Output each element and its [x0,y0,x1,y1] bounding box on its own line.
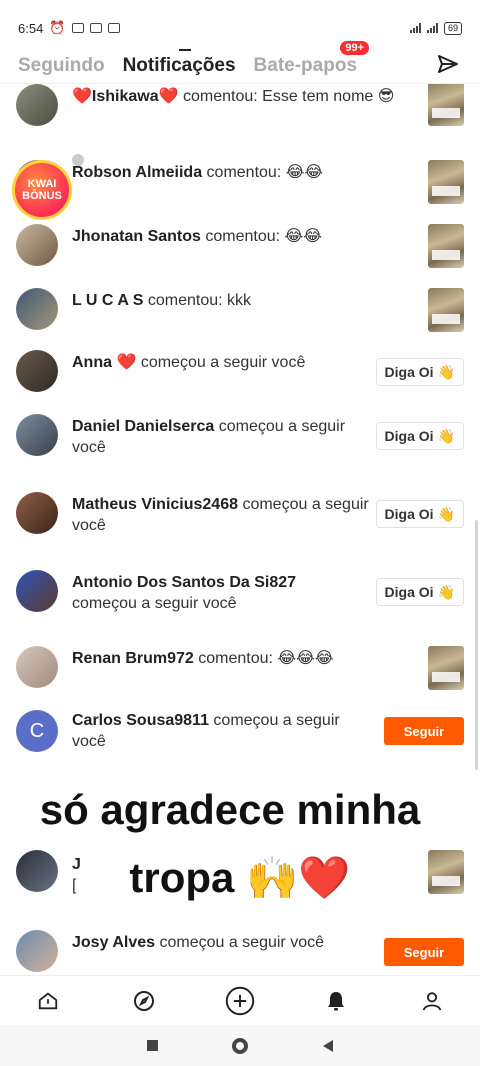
scrollbar[interactable] [475,520,478,770]
avatar[interactable] [16,930,58,972]
unread-badge: 99+ [340,40,370,55]
explore-icon[interactable] [129,986,159,1016]
diga-oi-button[interactable]: Diga Oi 👋 [375,578,464,606]
kwai-bonus-line1: KWAI [27,178,57,190]
send-icon[interactable] [436,52,460,76]
video-thumbnail[interactable] [428,646,464,690]
notification-text: começou a seguir você [136,354,306,371]
list-item[interactable]: Daniel Danielserca começou a seguir você… [0,414,480,492]
user-name[interactable]: Antonio Dos Santos Da Si827 [72,574,296,591]
user-name[interactable]: Robson Almeiida [72,164,202,181]
tab-seguindo[interactable]: Seguindo [18,55,105,77]
notification-text: comentou: 😂😂😂 [193,650,334,667]
list-item[interactable]: Anna ❤️ começou a seguir você Diga Oi 👋 [0,350,480,414]
avatar[interactable] [16,350,58,392]
app-notif-icon [71,23,84,33]
user-name[interactable]: Josy Alves [72,934,155,951]
avatar[interactable] [16,492,58,534]
avatar[interactable] [16,288,58,330]
create-icon[interactable] [225,986,255,1016]
avatar[interactable]: C [16,710,58,752]
bottom-nav [0,975,480,1025]
user-name[interactable]: ❤️Ishikawa❤️ [72,88,179,105]
diga-oi-button[interactable]: Diga Oi 👋 [375,358,464,386]
video-thumbnail[interactable] [428,288,464,332]
diga-oi-label: Diga Oi [384,584,434,600]
message-icon [107,23,120,33]
wave-icon: 👋 [437,583,455,600]
notification-text: comentou: 😂😂 [202,164,324,181]
tab-bate-papos-label: Bate-papos [253,54,358,76]
seguir-button[interactable]: Seguir [384,938,464,966]
tab-notificacoes[interactable]: Notificações [123,48,236,77]
signal-icon [409,23,421,33]
home-icon[interactable] [33,986,63,1016]
list-item[interactable]: Antonio Dos Santos Da Si827 começou a se… [0,570,480,648]
video-thumbnail[interactable] [428,224,464,268]
back-icon[interactable] [322,1039,333,1052]
list-item[interactable]: ❤️Ishikawa❤️ comentou: Esse tem nome 😎 [0,84,480,162]
avatar[interactable] [16,570,58,612]
overlay-caption-line1: só agradece minha [39,786,421,833]
wave-icon: 👋 [437,427,455,444]
video-icon [89,23,102,33]
notification-text: comentou: 😂😂 [200,228,322,245]
notification-text: comentou: kkk [143,292,252,309]
recents-icon[interactable] [147,1040,159,1051]
avatar[interactable] [16,84,58,126]
notification-text: comentou: Esse tem nome 😎 [178,88,395,105]
overlay-caption-line2: tropa 🙌❤️ [129,854,351,901]
user-name[interactable]: Matheus Vinicius2468 [72,496,238,513]
notifications-icon[interactable] [321,986,351,1016]
avatar[interactable] [16,414,58,456]
status-time: 6:54 [18,20,44,36]
kwai-bonus-line2: BÔNUS [22,190,62,202]
avatar[interactable] [16,224,58,266]
list-item[interactable]: Renan Brum972 comentou: 😂😂😂 [0,646,480,708]
user-name[interactable]: Daniel Danielserca [72,418,214,435]
diga-oi-button[interactable]: Diga Oi 👋 [375,500,464,528]
user-name[interactable]: Renan Brum972 [72,650,194,667]
top-tabs: Seguindo Notificações Bate-papos 99+ [0,40,480,84]
user-name[interactable]: Jhonatan Santos [72,228,201,245]
diga-oi-label: Diga Oi [384,428,434,444]
diga-oi-button[interactable]: Diga Oi 👋 [375,422,464,450]
notification-list: ❤️Ishikawa❤️ comentou: Esse tem nome 😎 R… [0,84,480,974]
avatar[interactable] [16,646,58,688]
battery-icon: 69 [443,21,462,35]
video-thumbnail[interactable] [428,160,464,204]
seguir-button[interactable]: Seguir [384,717,464,745]
signal-icon-2 [426,23,438,33]
home-button-icon[interactable] [232,1037,249,1054]
kwai-bonus-close-icon[interactable] [72,154,84,166]
list-item[interactable]: L U C A S comentou: kkk [0,288,480,352]
list-item[interactable]: Jhonatan Santos comentou: 😂😂 [0,224,480,288]
wave-icon: 👋 [437,363,455,380]
notification-text: começou a seguir você [72,595,237,612]
user-name[interactable]: L U C A S [72,292,143,309]
user-name[interactable]: Carlos Sousa9811 [72,712,209,729]
diga-oi-label: Diga Oi [384,364,434,380]
profile-icon[interactable] [417,986,447,1016]
list-item[interactable]: C Carlos Sousa9811 começou a seguir você… [0,708,480,778]
list-item[interactable]: Robson Almeiida comentou: 😂😂 [0,160,480,224]
system-nav-bar [0,1025,480,1066]
list-item[interactable]: Josy Alves começou a seguir você Seguir [0,930,480,974]
list-item[interactable]: Matheus Vinicius2468 começou a seguir vo… [0,492,480,570]
user-name[interactable]: Anna ❤️ [72,354,136,371]
diga-oi-label: Diga Oi [384,506,434,522]
alarm-icon: ⏰ [49,20,66,35]
video-thumbnail[interactable] [428,84,464,126]
kwai-bonus-button[interactable]: KWAI BÔNUS [12,160,72,220]
wave-icon: 👋 [437,505,455,522]
notification-text: começou a seguir você [155,934,324,951]
tab-bate-papos[interactable]: Bate-papos 99+ [253,40,370,77]
